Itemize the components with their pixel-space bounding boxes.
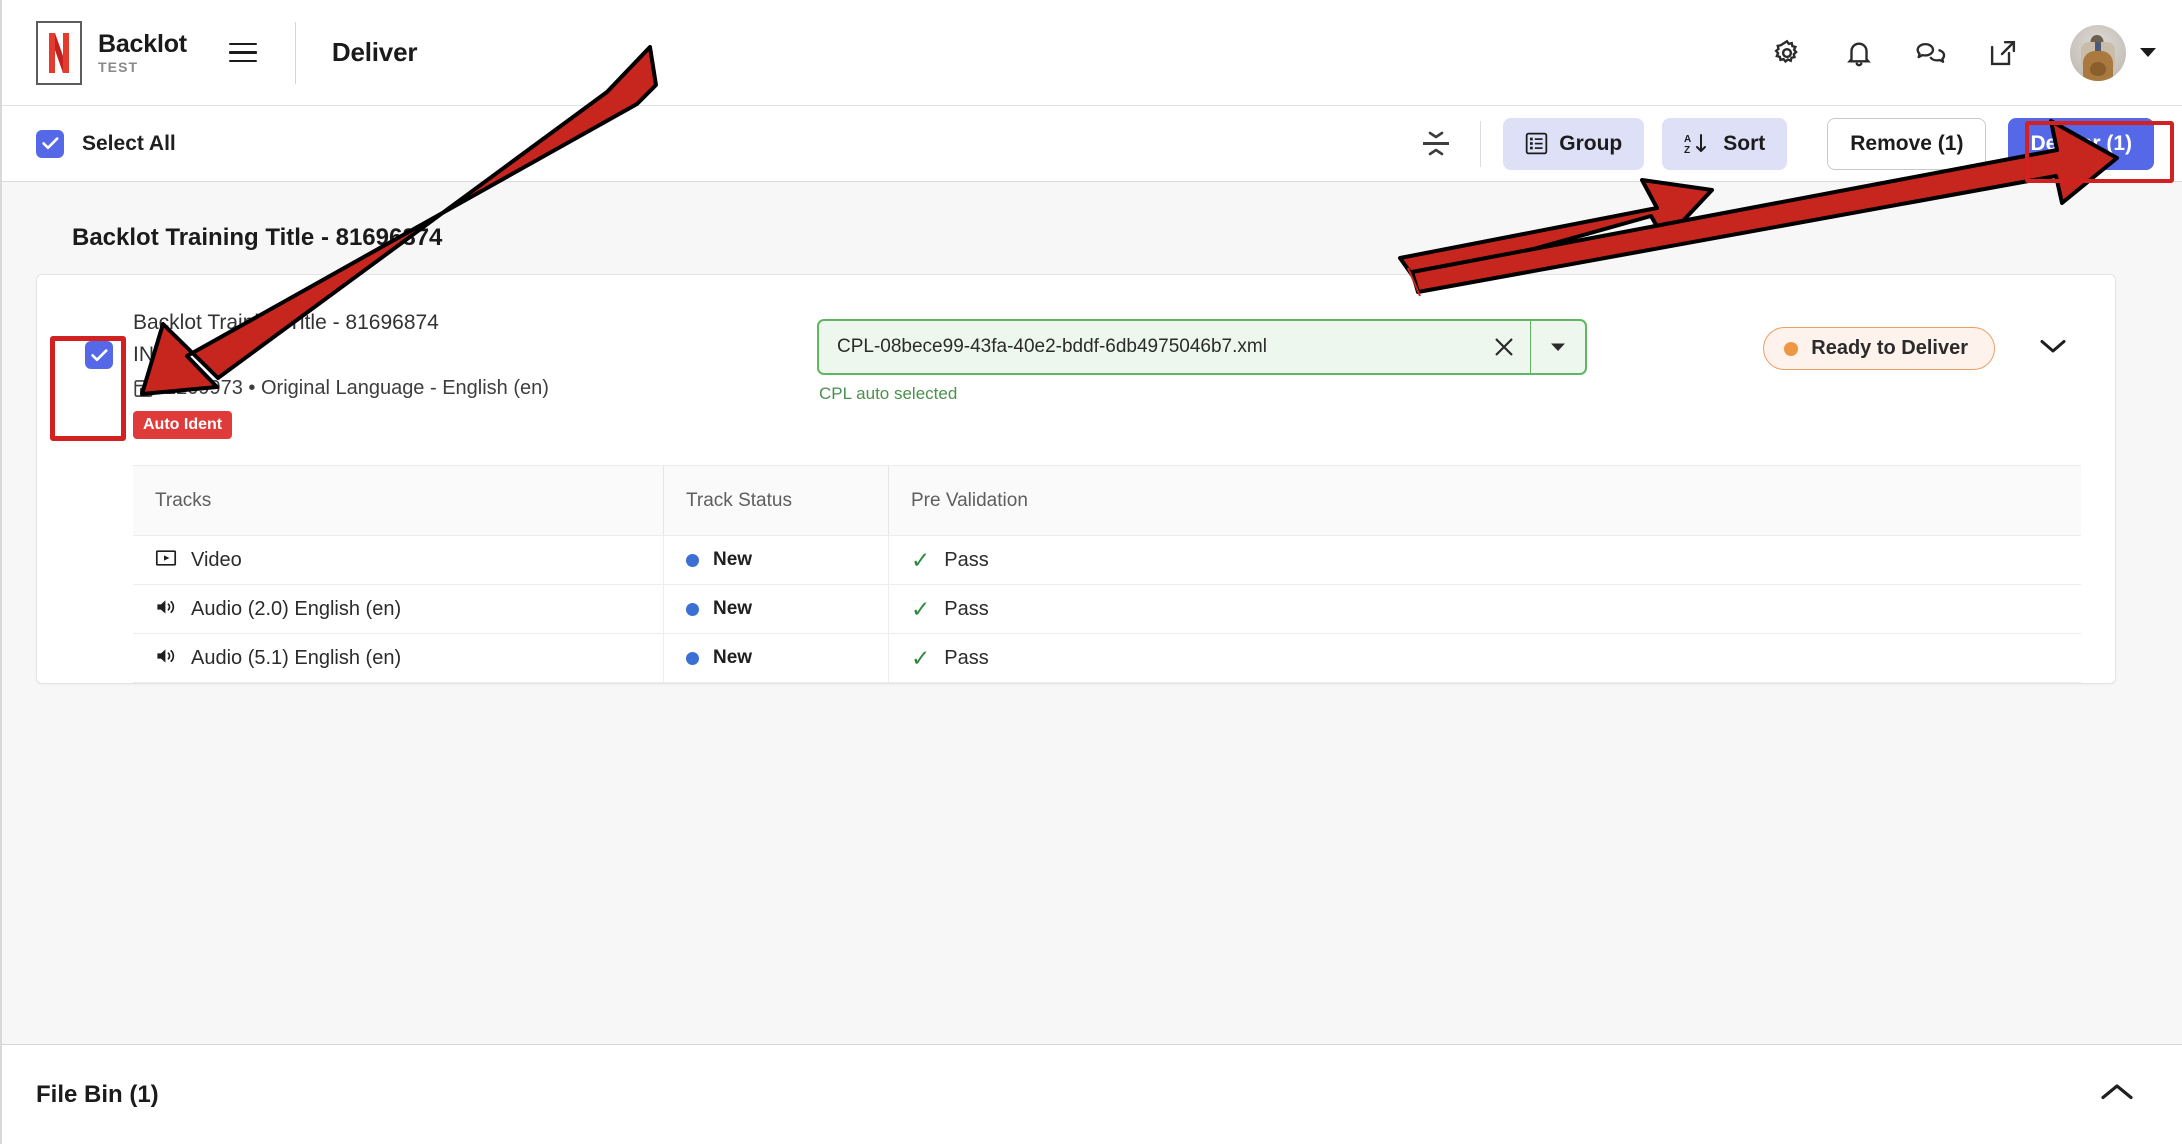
card-title: Backlot Training Title - 81696874 <box>133 311 439 334</box>
list-icon <box>1525 132 1548 155</box>
track-name-cell: Video <box>133 536 663 584</box>
track-status-label: New <box>713 598 753 619</box>
file-bin-title: File Bin (1) <box>36 1080 159 1108</box>
card-header: Backlot Training Title - 81696874 IN 220… <box>37 275 2115 465</box>
cpl-selected-value: CPL-08bece99-43fa-40e2-bddf-6db4975046b7… <box>837 336 1267 357</box>
tracks-table-header-row: Tracks Track Status Pre Validation <box>133 466 2081 536</box>
track-label: Audio (2.0) English (en) <box>191 597 402 620</box>
track-status-label: New <box>713 647 753 668</box>
main-content: Backlot Training Title - 81696874 Backlo… <box>2 182 2182 1044</box>
open-external-icon[interactable] <box>1986 36 2020 70</box>
pre-validation-cell: ✓ Pass <box>888 585 2081 633</box>
svg-text:A: A <box>1684 134 1691 145</box>
card-expand-chevron-icon[interactable] <box>2039 338 2067 359</box>
header-divider <box>294 21 296 84</box>
package-box-icon <box>133 378 154 399</box>
top-header: Backlot TEST Deliver <box>2 0 2182 106</box>
pre-validation-label: Pass <box>944 548 989 571</box>
track-name-cell: Audio (5.1) English (en) <box>133 634 663 682</box>
video-icon <box>155 548 177 573</box>
cpl-helper-text: CPL auto selected <box>819 384 958 403</box>
header-icon-group <box>1770 36 2020 70</box>
check-icon: ✓ <box>911 644 931 671</box>
chevron-down-icon[interactable] <box>2140 48 2156 57</box>
track-label: Video <box>191 548 242 571</box>
status-dot-icon <box>686 651 699 665</box>
action-toolbar: Select All Group A Z Sort Remove (1) Del… <box>2 106 2182 182</box>
cpl-selector-column: CPL-08bece99-43fa-40e2-bddf-6db4975046b7… <box>817 305 1587 404</box>
auto-ident-tag: Auto Ident <box>133 411 233 439</box>
pre-validation-cell: ✓ Pass <box>888 536 2081 584</box>
card-status-column: Ready to Deliver <box>1587 305 2081 370</box>
table-row[interactable]: Audio (5.1) English (en) New ✓ Pass <box>133 634 2081 683</box>
status-dot-icon <box>686 553 699 567</box>
collapse-all-icon[interactable] <box>1414 122 1458 166</box>
clear-x-icon[interactable] <box>1478 336 1530 358</box>
card-meta-row: 2209973 • Original Language - English (e… <box>133 377 817 400</box>
select-all-label: Select All <box>82 131 176 155</box>
toolbar-divider <box>1480 120 1482 167</box>
app-window: Backlot TEST Deliver Select All Group A … <box>0 0 2182 1144</box>
audio-icon <box>155 597 177 622</box>
tracks-table: Tracks Track Status Pre Validation Video <box>133 465 2081 683</box>
column-header-pre-validation: Pre Validation <box>888 466 2081 535</box>
track-name-cell: Audio (2.0) English (en) <box>133 585 663 633</box>
pre-validation-cell: ✓ Pass <box>888 634 2081 682</box>
brand-name: Backlot <box>98 29 187 58</box>
sort-button-label: Sort <box>1723 131 1766 155</box>
card-meta-text: 2209973 • Original Language - English (e… <box>165 377 549 399</box>
settings-gear-icon[interactable] <box>1770 36 1804 70</box>
track-status-cell: New <box>663 536 888 584</box>
group-button[interactable]: Group <box>1503 117 1645 170</box>
status-dot-icon <box>686 602 699 616</box>
status-badge-label: Ready to Deliver <box>1811 337 1968 359</box>
card-checkbox-cell <box>71 305 127 369</box>
sort-button[interactable]: A Z Sort <box>1662 117 1788 170</box>
status-dot-icon <box>1784 341 1799 356</box>
svg-text:Z: Z <box>1684 145 1690 156</box>
chat-bubbles-icon[interactable] <box>1914 36 1948 70</box>
user-avatar <box>2070 24 2126 81</box>
netflix-n-logo <box>36 20 82 85</box>
pre-validation-label: Pass <box>944 646 989 669</box>
user-menu[interactable] <box>2070 24 2156 81</box>
brand-environment-label: TEST <box>98 58 139 75</box>
caret-down-icon[interactable] <box>1531 342 1585 352</box>
select-all-checkbox[interactable] <box>36 129 64 158</box>
card-subtitle: IN <box>133 342 154 366</box>
brand-block[interactable]: Backlot TEST <box>36 20 187 85</box>
page-title: Deliver <box>331 37 418 67</box>
track-status-label: New <box>713 549 753 570</box>
cpl-select-field[interactable]: CPL-08bece99-43fa-40e2-bddf-6db4975046b7… <box>817 319 1587 375</box>
card-info-block: Backlot Training Title - 81696874 IN 220… <box>127 305 817 439</box>
group-button-label: Group <box>1559 131 1623 155</box>
track-label: Audio (5.1) English (en) <box>191 646 402 669</box>
notifications-bell-icon[interactable] <box>1842 36 1876 70</box>
column-header-track-status: Track Status <box>663 466 888 535</box>
remove-button[interactable]: Remove (1) <box>1827 117 1987 170</box>
column-header-tracks: Tracks <box>155 489 212 511</box>
hamburger-menu-icon[interactable] <box>221 31 265 75</box>
table-row[interactable]: Video New ✓ Pass <box>133 536 2081 585</box>
deliver-button[interactable]: Deliver (1) <box>2008 117 2154 170</box>
check-icon: ✓ <box>911 595 931 622</box>
track-status-cell: New <box>663 634 888 682</box>
delivery-item-card: Backlot Training Title - 81696874 IN 220… <box>36 274 2116 684</box>
chevron-up-icon[interactable] <box>2100 1082 2134 1107</box>
audio-icon <box>155 646 177 671</box>
check-icon: ✓ <box>911 546 931 573</box>
file-bin-bar[interactable]: File Bin (1) <box>2 1044 2182 1144</box>
sort-az-icon: A Z <box>1684 132 1712 156</box>
pre-validation-label: Pass <box>944 597 989 620</box>
status-badge: Ready to Deliver <box>1763 327 1995 370</box>
select-all-control[interactable]: Select All <box>36 129 176 158</box>
card-select-checkbox[interactable] <box>85 341 113 369</box>
group-heading: Backlot Training Title - 81696874 <box>72 224 443 251</box>
table-row[interactable]: Audio (2.0) English (en) New ✓ Pass <box>133 585 2081 634</box>
track-status-cell: New <box>663 585 888 633</box>
